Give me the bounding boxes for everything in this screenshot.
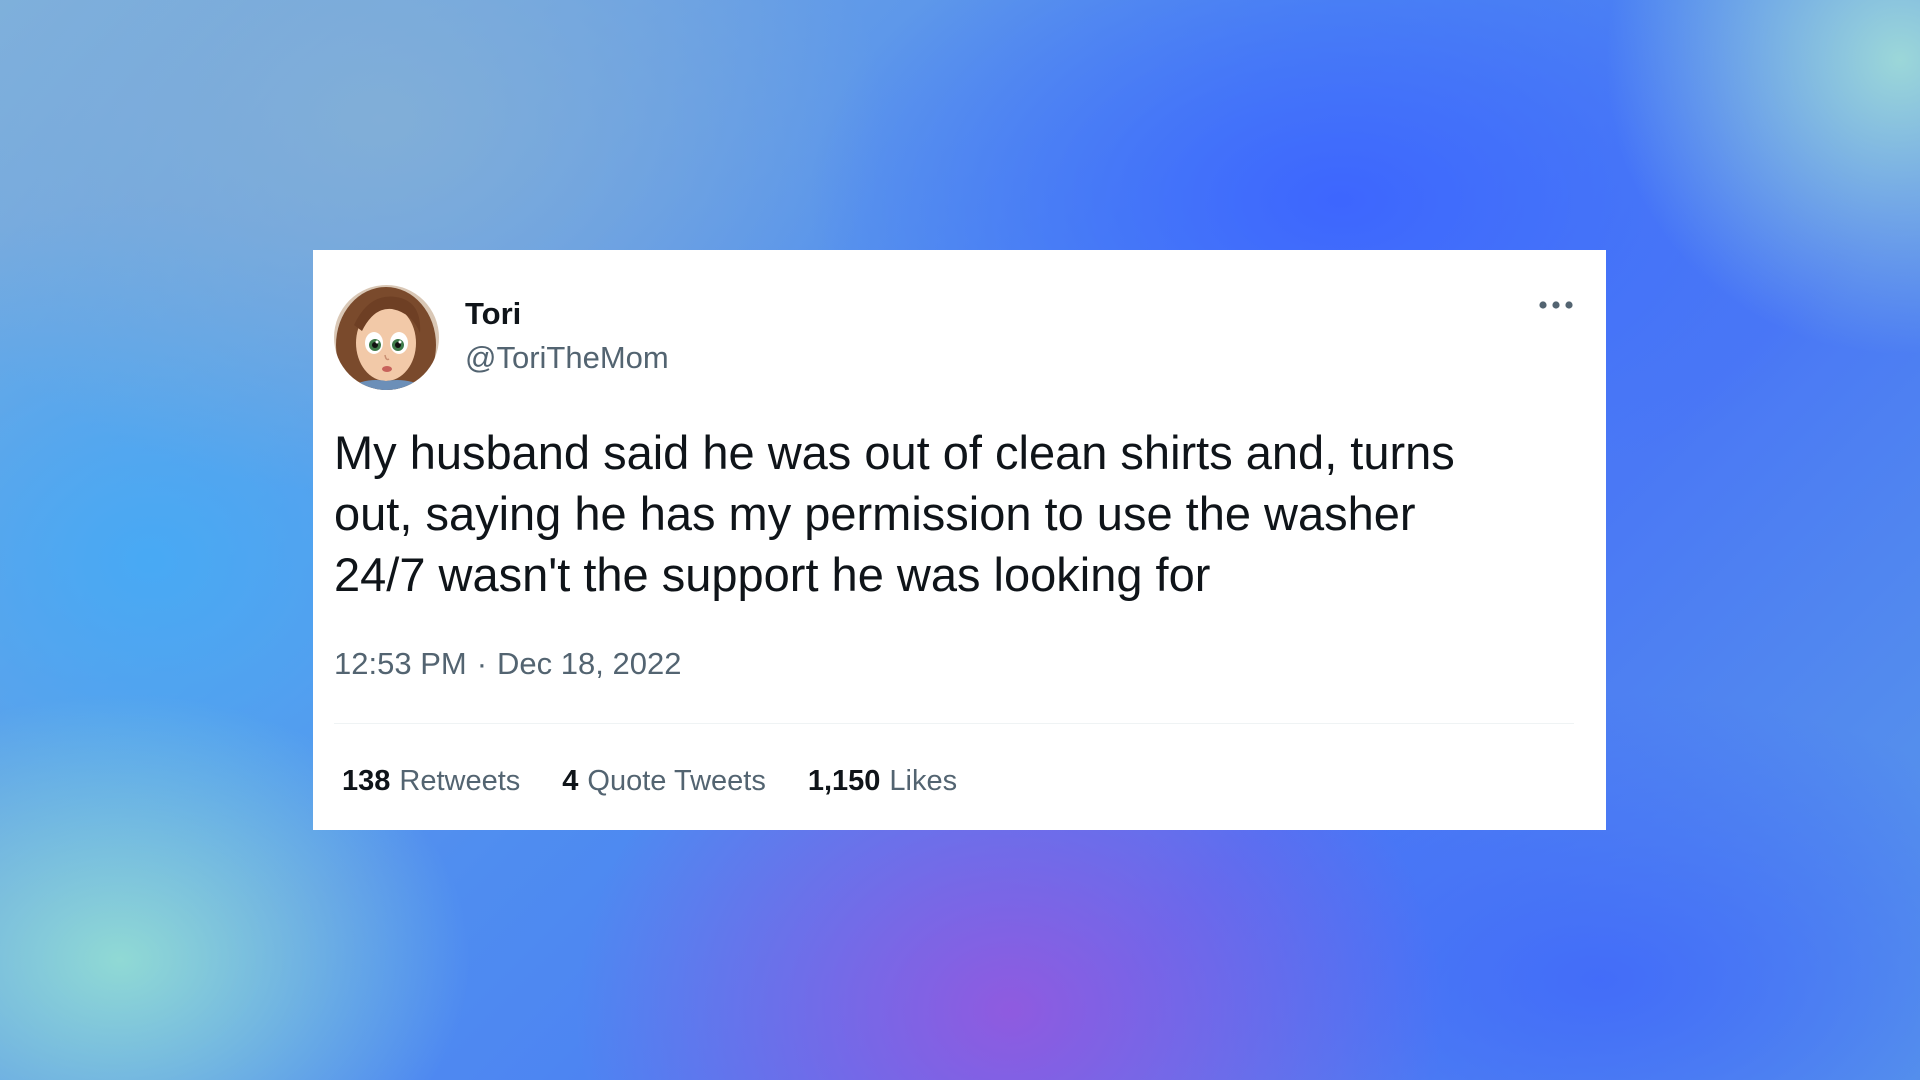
retweets-count: 138 (342, 765, 391, 797)
tweet-timestamp[interactable]: 12:53 PM · Dec 18, 2022 (334, 645, 681, 683)
author-handle[interactable]: @ToriTheMom (465, 339, 669, 377)
likes-label: Likes (889, 765, 958, 797)
tweet-time[interactable]: 12:53 PM (334, 645, 467, 683)
tweet-date[interactable]: Dec 18, 2022 (497, 645, 681, 683)
more-horizontal-icon (1539, 301, 1573, 309)
author-name[interactable]: Tori (465, 295, 521, 333)
quote-tweets-count: 4 (562, 765, 579, 797)
quote-tweets-stat[interactable]: 4 Quote Tweets (562, 762, 766, 800)
avatar[interactable] (334, 285, 439, 390)
quote-tweets-label: Quote Tweets (587, 765, 766, 797)
retweets-stat[interactable]: 138 Retweets (342, 762, 520, 800)
likes-stat[interactable]: 1,150 Likes (808, 762, 957, 800)
retweets-label: Retweets (399, 765, 521, 797)
timestamp-separator: · (476, 646, 488, 681)
likes-count: 1,150 (807, 765, 881, 797)
tweet-card: Tori @ToriTheMom My husband said he was … (313, 250, 1606, 830)
more-options-button[interactable] (1531, 290, 1581, 320)
cartoon-girl-avatar-icon (334, 285, 439, 390)
tweet-text: My husband said he was out of clean shir… (334, 426, 1455, 601)
divider (334, 723, 1574, 724)
tweet-stats: 138 Retweets 4 Quote Tweets 1,150 Likes (342, 762, 957, 800)
